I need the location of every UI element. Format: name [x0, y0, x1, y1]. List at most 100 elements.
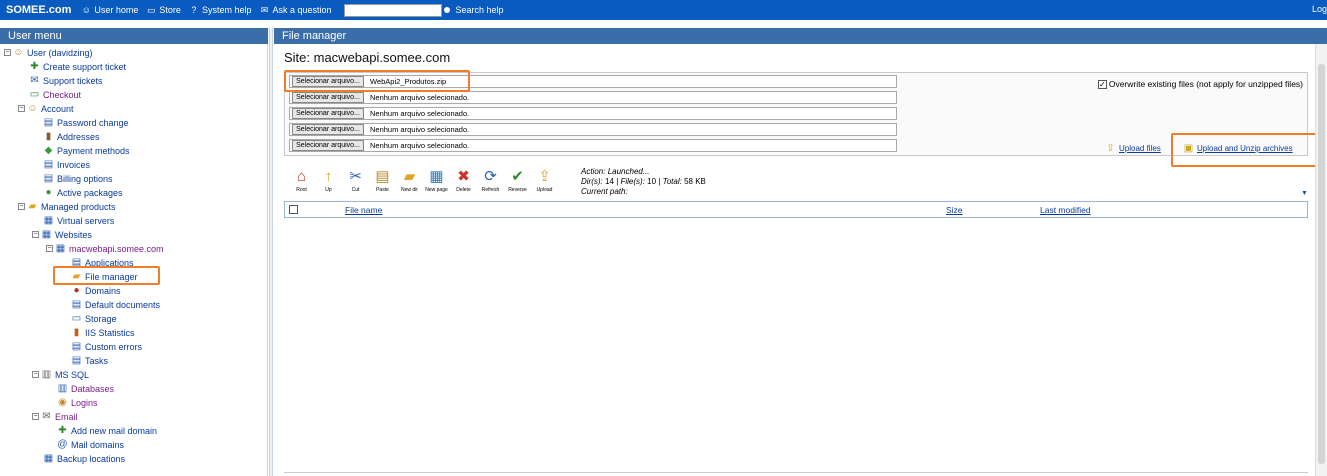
toolbar-button-upload[interactable]: ⇪ Upload	[531, 168, 558, 193]
file-input-row: Selecionar arquivo... Nenhum arquivo sele…	[289, 123, 897, 136]
unzip-highlight	[1171, 133, 1317, 167]
package-icon: ●	[45, 187, 52, 198]
choose-file-button[interactable]: Selecionar arquivo...	[292, 140, 364, 151]
tree-item[interactable]: − ▰ Managed products	[18, 200, 116, 213]
sort-file-name[interactable]: File name	[345, 205, 382, 215]
choose-file-button[interactable]: Selecionar arquivo...	[292, 124, 364, 135]
tree-item[interactable]: ✚ Create support ticket	[29, 60, 126, 73]
collapse-toggle-icon[interactable]: −	[32, 413, 39, 420]
nav-system-help[interactable]: ? System help	[189, 5, 252, 15]
collapse-toggle-icon[interactable]: −	[4, 49, 11, 56]
choose-file-button[interactable]: Selecionar arquivo...	[292, 108, 364, 119]
tree-item[interactable]: ▤ Default documents	[71, 298, 160, 311]
new-page-icon: ▦	[429, 168, 444, 185]
server-icon: ▦	[43, 215, 54, 226]
tree-item[interactable]: ◆ Payment methods	[43, 144, 130, 157]
tree-item-label: Domains	[85, 285, 121, 296]
toolbar-button-paste[interactable]: ▤ Paste	[369, 168, 396, 193]
toolbar-button-refresh[interactable]: ⟳ Refresh	[477, 168, 504, 193]
vertical-scrollbar[interactable]	[1315, 44, 1327, 476]
ticket-add-icon: ✚	[30, 61, 39, 72]
brand-logo[interactable]: SOMEE.com	[6, 4, 71, 16]
collapse-toggle-icon[interactable]: −	[18, 105, 25, 112]
collapse-toggle-icon[interactable]: −	[32, 231, 39, 238]
tree-item[interactable]: ▤ Invoices	[43, 158, 90, 171]
tree-item[interactable]: − ✉ Email	[32, 410, 78, 423]
toolbar-button-delete[interactable]: ✖ Delete	[450, 168, 477, 193]
tree-item-label: Custom errors	[85, 341, 143, 352]
default-docs-icon: ▤	[71, 299, 82, 310]
search-radio-icon[interactable]	[443, 7, 450, 13]
tree-item-label: Mail domains	[71, 439, 125, 450]
sort-last-modified[interactable]: Last modified	[1040, 205, 1091, 215]
overwrite-label: Overwrite existing files (not apply for …	[1108, 79, 1303, 89]
tree-item-label: Storage	[85, 313, 117, 324]
tree-item-label: Logins	[71, 397, 98, 408]
tree-item[interactable]: @ Mail domains	[57, 438, 124, 451]
tree-item-label: Billing options	[57, 173, 113, 184]
tree-item[interactable]: ▭ Checkout	[29, 88, 81, 101]
tree-item-label: Websites	[55, 229, 92, 240]
tree-item[interactable]: ◉ Logins	[57, 396, 98, 409]
toolbar-button-new-dir[interactable]: ▰ New dir	[396, 168, 423, 193]
toolbar-button-cut[interactable]: ✂ Cut	[342, 168, 369, 193]
nav-ask-question[interactable]: ✉ Ask a question	[259, 5, 332, 15]
tree-item[interactable]: ▤ Custom errors	[71, 340, 142, 353]
address-book-icon: ▮	[45, 131, 52, 142]
tree-item[interactable]: ✚ Add new mail domain	[57, 424, 157, 437]
tree-item[interactable]: − ▦ macwebapi.somee.com	[46, 242, 164, 255]
selected-file-highlight	[284, 70, 470, 92]
toolbar-button-reverse[interactable]: ✔ Reverse	[504, 168, 531, 193]
select-all-checkbox[interactable]	[289, 205, 298, 214]
logins-icon: ◉	[58, 397, 67, 408]
logout-link[interactable]: Log	[1312, 4, 1327, 14]
tree-item[interactable]: ✉ Support tickets	[29, 74, 102, 87]
tree-item[interactable]: ▭ Storage	[71, 312, 117, 325]
tree-item-label: Payment methods	[57, 145, 130, 156]
top-navigation-bar: SOMEE.com ☺ User home ▭ Store ? System h…	[0, 0, 1327, 20]
nav-user-home[interactable]: ☺ User home	[81, 5, 139, 15]
nav-system-help-label: System help	[201, 5, 252, 15]
mail-icon: ✉	[260, 5, 269, 15]
upload-form: Selecionar arquivo... WebApi2_Produtos.zi…	[284, 70, 1317, 167]
toolbar-button-root[interactable]: ⌂ Root	[288, 168, 315, 193]
search-help-input[interactable]	[343, 3, 442, 17]
files-value: 10	[647, 177, 657, 186]
tree-item[interactable]: ▤ Password change	[43, 116, 129, 129]
choose-file-button[interactable]: Selecionar arquivo...	[292, 92, 364, 103]
user-menu-header: User menu	[0, 28, 268, 44]
toolbar-button-up[interactable]: ↑ Up	[315, 168, 342, 193]
tree-item[interactable]: ● Active packages	[43, 186, 122, 199]
upload-files-link[interactable]: ⇪ Upload files	[1105, 143, 1161, 154]
toolbar-button-new-page[interactable]: ▦ New page	[423, 168, 450, 193]
chevron-down-icon[interactable]: ▼	[1301, 190, 1308, 197]
scrollbar-thumb[interactable]	[1318, 64, 1325, 464]
overwrite-checkbox[interactable]: ✓	[1097, 79, 1107, 89]
tree-item[interactable]: ▮ Addresses	[43, 130, 100, 143]
file-manager-header: File manager	[274, 28, 1327, 44]
websites-icon: ▦	[41, 229, 52, 240]
tree-item[interactable]: ▥ Databases	[57, 382, 114, 395]
cart-icon: ▭	[147, 5, 156, 15]
collapse-toggle-icon[interactable]: −	[18, 203, 25, 210]
collapse-toggle-icon[interactable]: −	[46, 245, 53, 252]
tree-item[interactable]: ▦ Virtual servers	[43, 214, 115, 227]
help-icon: ?	[191, 5, 197, 15]
sort-size[interactable]: Size	[946, 205, 963, 215]
storage-icon: ▭	[71, 313, 82, 324]
files-label: File(s):	[620, 177, 645, 186]
tree-item[interactable]: ▤ Tasks	[71, 354, 108, 367]
panel-splitter[interactable]	[269, 28, 273, 476]
tree-item[interactable]: − ▦ Websites	[32, 228, 92, 241]
tree-item[interactable]: ▦ Backup locations	[43, 452, 125, 465]
collapse-toggle-icon[interactable]: −	[32, 371, 39, 378]
tree-item[interactable]: − ☺ Account	[18, 102, 74, 115]
tree-item[interactable]: ▮ IIS Statistics	[71, 326, 135, 339]
nav-store[interactable]: ▭ Store	[146, 5, 181, 15]
tree-item[interactable]: − ☺ User (davidzing)	[4, 46, 93, 59]
tree-item[interactable]: − ▥ MS SQL	[32, 368, 89, 381]
tree-item[interactable]: ● Domains	[71, 284, 121, 297]
overwrite-option[interactable]: ✓ Overwrite existing files (not apply fo…	[1097, 79, 1303, 89]
tree-item[interactable]: ▤ Billing options	[43, 172, 113, 185]
file-input-row: Selecionar arquivo... Nenhum arquivo sele…	[289, 91, 897, 104]
